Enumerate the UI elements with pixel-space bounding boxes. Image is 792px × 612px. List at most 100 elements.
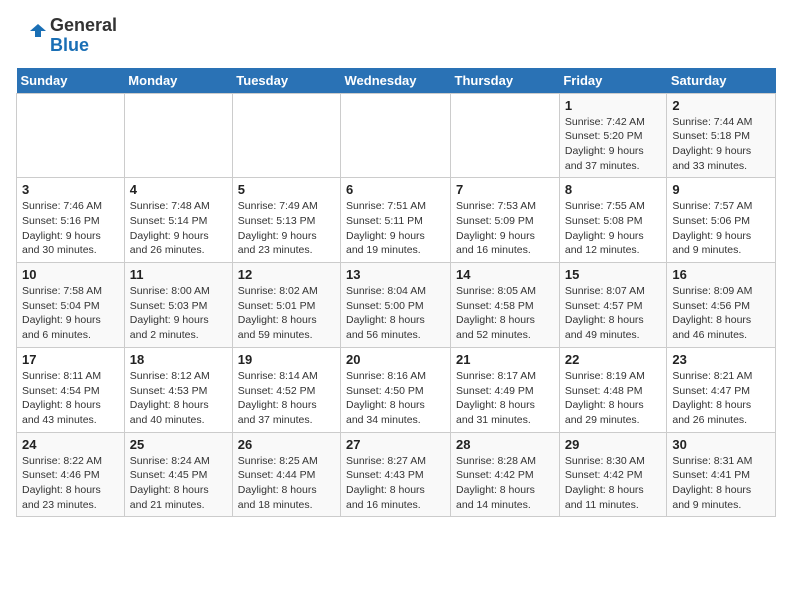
day-info: Sunrise: 7:44 AM Sunset: 5:18 PM Dayligh…: [672, 115, 770, 174]
day-number: 6: [346, 182, 445, 197]
calendar-cell: 23 Sunrise: 8:21 AM Sunset: 4:47 PM Dayli…: [667, 347, 776, 432]
day-info: Sunrise: 8:25 AM Sunset: 4:44 PM Dayligh…: [238, 454, 335, 513]
calendar-cell: [451, 93, 560, 178]
day-number: 29: [565, 437, 662, 452]
week-row-1: 1 Sunrise: 7:42 AM Sunset: 5:20 PM Daylig…: [17, 93, 776, 178]
day-info: Sunrise: 8:04 AM Sunset: 5:00 PM Dayligh…: [346, 284, 445, 343]
calendar-cell: 17Sunrise: 8:11 AM Sunset: 4:54 PM Dayli…: [17, 347, 125, 432]
calendar-cell: 7 Sunrise: 7:53 AM Sunset: 5:09 PM Daylig…: [451, 178, 560, 263]
calendar-cell: [232, 93, 340, 178]
day-info: Sunrise: 7:57 AM Sunset: 5:06 PM Dayligh…: [672, 199, 770, 258]
day-info: Sunrise: 8:16 AM Sunset: 4:50 PM Dayligh…: [346, 369, 445, 428]
calendar-cell: 13 Sunrise: 8:04 AM Sunset: 5:00 PM Dayli…: [341, 263, 451, 348]
day-info: Sunrise: 8:14 AM Sunset: 4:52 PM Dayligh…: [238, 369, 335, 428]
day-number: 4: [130, 182, 227, 197]
day-info: Sunrise: 7:48 AM Sunset: 5:14 PM Dayligh…: [130, 199, 227, 258]
calendar-cell: 12 Sunrise: 8:02 AM Sunset: 5:01 PM Dayli…: [232, 263, 340, 348]
calendar-table: SundayMondayTuesdayWednesdayThursdayFrid…: [16, 68, 776, 518]
day-number: 21: [456, 352, 554, 367]
calendar-cell: 16 Sunrise: 8:09 AM Sunset: 4:56 PM Dayli…: [667, 263, 776, 348]
day-number: 24: [22, 437, 119, 452]
day-info: Sunrise: 7:55 AM Sunset: 5:08 PM Dayligh…: [565, 199, 662, 258]
weekday-header-wednesday: Wednesday: [341, 68, 451, 94]
day-number: 19: [238, 352, 335, 367]
logo-bird-icon: [16, 21, 46, 51]
day-number: 2: [672, 98, 770, 113]
calendar-cell: 8Sunrise: 7:55 AM Sunset: 5:08 PM Daylig…: [559, 178, 667, 263]
calendar-cell: [124, 93, 232, 178]
day-number: 20: [346, 352, 445, 367]
day-info: Sunrise: 8:02 AM Sunset: 5:01 PM Dayligh…: [238, 284, 335, 343]
day-info: Sunrise: 7:58 AM Sunset: 5:04 PM Dayligh…: [22, 284, 119, 343]
day-info: Sunrise: 7:42 AM Sunset: 5:20 PM Dayligh…: [565, 115, 662, 174]
day-info: Sunrise: 7:46 AM Sunset: 5:16 PM Dayligh…: [22, 199, 119, 258]
day-number: 26: [238, 437, 335, 452]
day-info: Sunrise: 8:12 AM Sunset: 4:53 PM Dayligh…: [130, 369, 227, 428]
day-number: 17: [22, 352, 119, 367]
calendar-cell: 9Sunrise: 7:57 AM Sunset: 5:06 PM Daylig…: [667, 178, 776, 263]
day-info: Sunrise: 8:17 AM Sunset: 4:49 PM Dayligh…: [456, 369, 554, 428]
calendar-cell: 21 Sunrise: 8:17 AM Sunset: 4:49 PM Dayli…: [451, 347, 560, 432]
calendar-cell: 11 Sunrise: 8:00 AM Sunset: 5:03 PM Dayli…: [124, 263, 232, 348]
calendar-cell: 4 Sunrise: 7:48 AM Sunset: 5:14 PM Daylig…: [124, 178, 232, 263]
calendar-cell: 20 Sunrise: 8:16 AM Sunset: 4:50 PM Dayli…: [341, 347, 451, 432]
calendar-cell: 28Sunrise: 8:28 AM Sunset: 4:42 PM Dayli…: [451, 432, 560, 517]
page-header: General Blue: [16, 16, 776, 56]
day-number: 7: [456, 182, 554, 197]
day-number: 23: [672, 352, 770, 367]
calendar-cell: 24Sunrise: 8:22 AM Sunset: 4:46 PM Dayli…: [17, 432, 125, 517]
day-number: 30: [672, 437, 770, 452]
week-row-2: 3 Sunrise: 7:46 AM Sunset: 5:16 PM Daylig…: [17, 178, 776, 263]
weekday-header-monday: Monday: [124, 68, 232, 94]
day-number: 11: [130, 267, 227, 282]
day-number: 3: [22, 182, 119, 197]
calendar-cell: 29Sunrise: 8:30 AM Sunset: 4:42 PM Dayli…: [559, 432, 667, 517]
weekday-header-thursday: Thursday: [451, 68, 560, 94]
weekday-header-sunday: Sunday: [17, 68, 125, 94]
day-info: Sunrise: 8:09 AM Sunset: 4:56 PM Dayligh…: [672, 284, 770, 343]
calendar-cell: 26 Sunrise: 8:25 AM Sunset: 4:44 PM Dayli…: [232, 432, 340, 517]
calendar-cell: [341, 93, 451, 178]
calendar-cell: 2 Sunrise: 7:44 AM Sunset: 5:18 PM Daylig…: [667, 93, 776, 178]
day-number: 12: [238, 267, 335, 282]
day-info: Sunrise: 8:27 AM Sunset: 4:43 PM Dayligh…: [346, 454, 445, 513]
calendar-cell: 5Sunrise: 7:49 AM Sunset: 5:13 PM Daylig…: [232, 178, 340, 263]
week-row-3: 10 Sunrise: 7:58 AM Sunset: 5:04 PM Dayli…: [17, 263, 776, 348]
day-number: 15: [565, 267, 662, 282]
calendar-cell: 22Sunrise: 8:19 AM Sunset: 4:48 PM Dayli…: [559, 347, 667, 432]
day-info: Sunrise: 8:21 AM Sunset: 4:47 PM Dayligh…: [672, 369, 770, 428]
calendar-cell: 14Sunrise: 8:05 AM Sunset: 4:58 PM Dayli…: [451, 263, 560, 348]
logo-blue: Blue: [50, 35, 89, 55]
logo-general: General: [50, 15, 117, 35]
calendar-cell: 18 Sunrise: 8:12 AM Sunset: 4:53 PM Dayli…: [124, 347, 232, 432]
day-number: 25: [130, 437, 227, 452]
day-info: Sunrise: 8:07 AM Sunset: 4:57 PM Dayligh…: [565, 284, 662, 343]
day-info: Sunrise: 8:28 AM Sunset: 4:42 PM Dayligh…: [456, 454, 554, 513]
calendar-cell: 25 Sunrise: 8:24 AM Sunset: 4:45 PM Dayli…: [124, 432, 232, 517]
day-number: 22: [565, 352, 662, 367]
day-number: 18: [130, 352, 227, 367]
day-info: Sunrise: 7:53 AM Sunset: 5:09 PM Dayligh…: [456, 199, 554, 258]
day-info: Sunrise: 8:00 AM Sunset: 5:03 PM Dayligh…: [130, 284, 227, 343]
weekday-header-tuesday: Tuesday: [232, 68, 340, 94]
day-number: 16: [672, 267, 770, 282]
calendar-cell: 19 Sunrise: 8:14 AM Sunset: 4:52 PM Dayli…: [232, 347, 340, 432]
day-number: 14: [456, 267, 554, 282]
logo-text: General Blue: [50, 16, 117, 56]
day-number: 10: [22, 267, 119, 282]
week-row-5: 24Sunrise: 8:22 AM Sunset: 4:46 PM Dayli…: [17, 432, 776, 517]
day-number: 13: [346, 267, 445, 282]
day-number: 27: [346, 437, 445, 452]
day-number: 1: [565, 98, 662, 113]
calendar-cell: 15 Sunrise: 8:07 AM Sunset: 4:57 PM Dayli…: [559, 263, 667, 348]
day-info: Sunrise: 7:49 AM Sunset: 5:13 PM Dayligh…: [238, 199, 335, 258]
day-info: Sunrise: 8:31 AM Sunset: 4:41 PM Dayligh…: [672, 454, 770, 513]
calendar-cell: 10 Sunrise: 7:58 AM Sunset: 5:04 PM Dayli…: [17, 263, 125, 348]
calendar-cell: [17, 93, 125, 178]
day-info: Sunrise: 8:24 AM Sunset: 4:45 PM Dayligh…: [130, 454, 227, 513]
weekday-header-friday: Friday: [559, 68, 667, 94]
calendar-cell: 3 Sunrise: 7:46 AM Sunset: 5:16 PM Daylig…: [17, 178, 125, 263]
week-row-4: 17Sunrise: 8:11 AM Sunset: 4:54 PM Dayli…: [17, 347, 776, 432]
day-info: Sunrise: 7:51 AM Sunset: 5:11 PM Dayligh…: [346, 199, 445, 258]
calendar-cell: 1 Sunrise: 7:42 AM Sunset: 5:20 PM Daylig…: [559, 93, 667, 178]
